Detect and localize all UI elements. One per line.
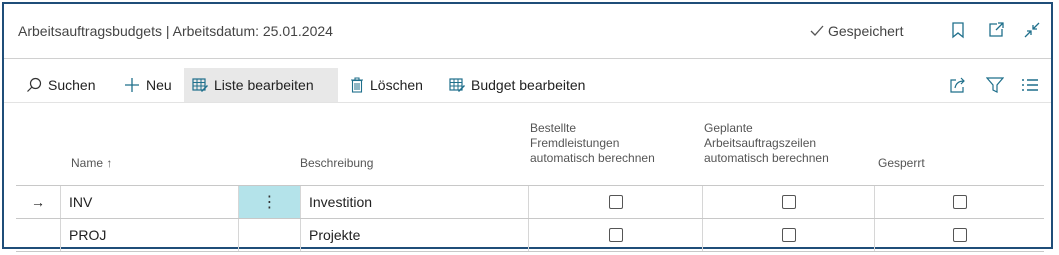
edit-list-label: Liste bearbeiten xyxy=(214,77,314,93)
saved-status: Gespeichert xyxy=(810,23,903,39)
search-label: Suchen xyxy=(48,77,96,93)
new-button[interactable]: Neu xyxy=(116,68,180,102)
row-menu-button[interactable]: ⋮ xyxy=(238,186,300,218)
new-label: Neu xyxy=(146,77,172,93)
trash-icon xyxy=(351,77,363,93)
description-cell[interactable]: Investition xyxy=(300,186,528,218)
name-cell[interactable]: PROJ xyxy=(60,219,238,251)
share-icon[interactable] xyxy=(949,76,967,94)
column-header-ordered-line2: Fremdleistungen xyxy=(530,136,620,150)
blocked-cell xyxy=(874,219,1044,251)
list-view-icon[interactable] xyxy=(1021,76,1039,94)
open-new-window-icon[interactable] xyxy=(986,20,1006,40)
data-grid: → INV ⋮ Investition PROJ Projekte xyxy=(16,185,1044,252)
search-button[interactable]: Suchen xyxy=(18,68,103,102)
delete-label: Löschen xyxy=(370,77,423,93)
edit-budget-icon xyxy=(449,78,465,92)
planned-cell xyxy=(702,186,874,218)
ordered-checkbox[interactable] xyxy=(608,228,623,242)
search-icon xyxy=(27,77,42,92)
blocked-cell xyxy=(874,186,1044,218)
description-value: Investition xyxy=(309,194,373,210)
page-frame: Arbeitsauftragsbudgets | Arbeitsdatum: 2… xyxy=(2,2,1053,252)
edit-list-icon xyxy=(192,78,208,92)
plus-icon xyxy=(125,78,139,92)
checkmark-icon xyxy=(810,25,824,36)
column-header-name[interactable]: Name ↑ xyxy=(71,156,112,171)
planned-checkbox[interactable] xyxy=(781,228,796,242)
name-value: PROJ xyxy=(69,227,107,243)
description-cell[interactable]: Projekte xyxy=(300,219,528,251)
name-value: INV xyxy=(69,194,93,210)
saved-label: Gespeichert xyxy=(828,23,904,39)
column-header-description[interactable]: Beschreibung xyxy=(300,156,373,171)
delete-button[interactable]: Löschen xyxy=(342,68,431,102)
row-indicator xyxy=(16,219,60,251)
ordered-cell xyxy=(528,219,702,251)
column-header-ordered[interactable]: Bestellte Fremdleistungen automatisch be… xyxy=(530,121,655,166)
planned-cell xyxy=(702,219,874,251)
column-header-planned-line2: Arbeitsauftragszeilen xyxy=(704,136,817,150)
collapse-icon[interactable] xyxy=(1022,20,1042,40)
edit-list-button[interactable]: Liste bearbeiten xyxy=(184,68,338,102)
planned-checkbox[interactable] xyxy=(781,195,796,209)
name-cell[interactable]: INV xyxy=(60,186,238,218)
blocked-checkbox[interactable] xyxy=(952,228,967,242)
bookmark-icon[interactable] xyxy=(948,20,968,40)
description-value: Projekte xyxy=(309,227,361,243)
ordered-cell xyxy=(528,186,702,218)
column-header-planned[interactable]: Geplante Arbeitsauftragszeilen automatis… xyxy=(704,121,829,166)
row-indicator: → xyxy=(31,194,45,210)
column-header-ordered-line1: Bestellte xyxy=(530,121,577,135)
column-header-planned-line1: Geplante xyxy=(704,121,753,135)
page-title: Arbeitsauftragsbudgets | Arbeitsdatum: 2… xyxy=(18,23,333,39)
blocked-checkbox[interactable] xyxy=(952,195,967,209)
edit-budget-label: Budget bearbeiten xyxy=(471,77,586,93)
table-row[interactable]: PROJ Projekte xyxy=(16,219,1044,252)
ordered-checkbox[interactable] xyxy=(608,195,623,209)
page-header: Arbeitsauftragsbudgets | Arbeitsdatum: 2… xyxy=(4,4,1051,59)
table-row[interactable]: → INV ⋮ Investition xyxy=(16,186,1044,219)
edit-budget-button[interactable]: Budget bearbeiten xyxy=(441,68,593,102)
row-menu-cell xyxy=(238,219,300,251)
column-header-blocked[interactable]: Gesperrt xyxy=(878,156,925,171)
filter-icon[interactable] xyxy=(986,76,1004,94)
action-bar: Suchen Neu Liste bearbeiten Löschen Budg… xyxy=(4,68,1051,102)
toolbar-divider xyxy=(4,102,1051,103)
column-header-planned-line3: automatisch berechnen xyxy=(704,151,829,165)
column-header-ordered-line3: automatisch berechnen xyxy=(530,151,655,165)
